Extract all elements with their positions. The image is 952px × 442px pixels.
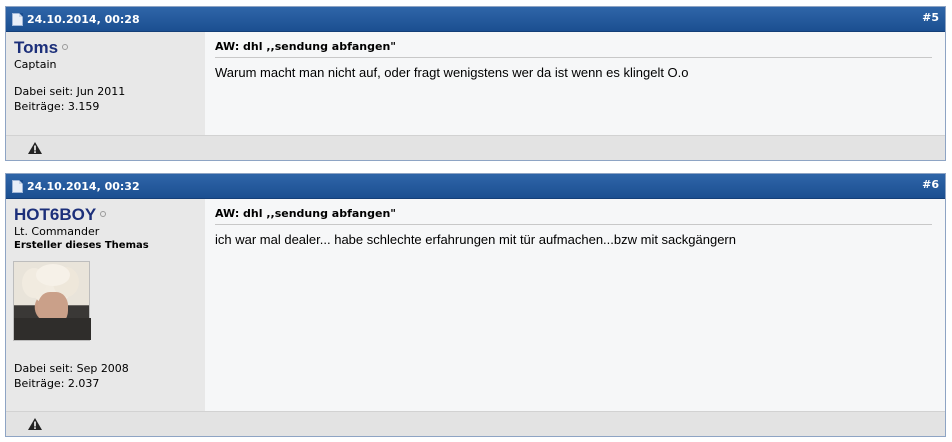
post-number-link[interactable]: #5 bbox=[922, 11, 939, 24]
offline-status-icon bbox=[100, 211, 107, 217]
user-stats: Dabei seit: Sep 2008 Beiträge: 2.037 bbox=[14, 361, 129, 391]
user-title: Captain bbox=[14, 58, 57, 71]
post-header: 24.10.2014, 00:32 #6 bbox=[6, 174, 945, 199]
post-count: Beiträge: 2.037 bbox=[14, 377, 100, 390]
user-title: Lt. Commander bbox=[14, 225, 100, 238]
post-footer bbox=[6, 411, 945, 436]
post-message: ich war mal dealer... habe schlechte erf… bbox=[215, 232, 736, 247]
thread-starter-label: Ersteller dieses Themas bbox=[14, 240, 149, 251]
post-title: AW: dhl ,,sendung abfangen" bbox=[215, 32, 932, 58]
offline-status-icon bbox=[62, 44, 69, 50]
user-info: Toms Captain Dabei seit: Jun 2011 Beiträ… bbox=[6, 32, 205, 136]
post-footer bbox=[6, 135, 945, 160]
document-icon bbox=[12, 13, 23, 26]
post-container: 24.10.2014, 00:32 #6 HOT6BOY Lt. Command… bbox=[5, 173, 946, 437]
user-avatar[interactable] bbox=[13, 261, 91, 341]
avatar-body bbox=[14, 318, 91, 340]
post-message: Warum macht man nicht auf, oder fragt we… bbox=[215, 65, 689, 80]
user-info: HOT6BOY Lt. Commander Ersteller dieses T… bbox=[6, 199, 205, 411]
post-count: Beiträge: 3.159 bbox=[14, 100, 100, 113]
report-warning-icon[interactable] bbox=[28, 142, 42, 154]
report-warning-icon[interactable] bbox=[28, 418, 42, 430]
post-container: 24.10.2014, 00:28 #5 Toms Captain Dabei … bbox=[5, 6, 946, 161]
post-content: AW: dhl ,,sendung abfangen" Warum macht … bbox=[205, 32, 945, 136]
post-title: AW: dhl ,,sendung abfangen" bbox=[215, 199, 932, 225]
post-content: AW: dhl ,,sendung abfangen" ich war mal … bbox=[205, 199, 945, 411]
document-icon bbox=[12, 180, 23, 193]
post-number-link[interactable]: #6 bbox=[922, 178, 939, 191]
post-header: 24.10.2014, 00:28 #5 bbox=[6, 7, 945, 32]
username-link[interactable]: Toms bbox=[14, 38, 58, 57]
username-link[interactable]: HOT6BOY bbox=[14, 205, 96, 224]
post-date: 24.10.2014, 00:28 bbox=[27, 13, 140, 26]
join-date: Dabei seit: Sep 2008 bbox=[14, 362, 129, 375]
user-stats: Dabei seit: Jun 2011 Beiträge: 3.159 bbox=[14, 84, 125, 114]
post-date: 24.10.2014, 00:32 bbox=[27, 180, 140, 193]
join-date: Dabei seit: Jun 2011 bbox=[14, 85, 126, 98]
avatar-hair bbox=[36, 264, 70, 286]
post-body: HOT6BOY Lt. Commander Ersteller dieses T… bbox=[6, 199, 945, 411]
post-body: Toms Captain Dabei seit: Jun 2011 Beiträ… bbox=[6, 32, 945, 136]
